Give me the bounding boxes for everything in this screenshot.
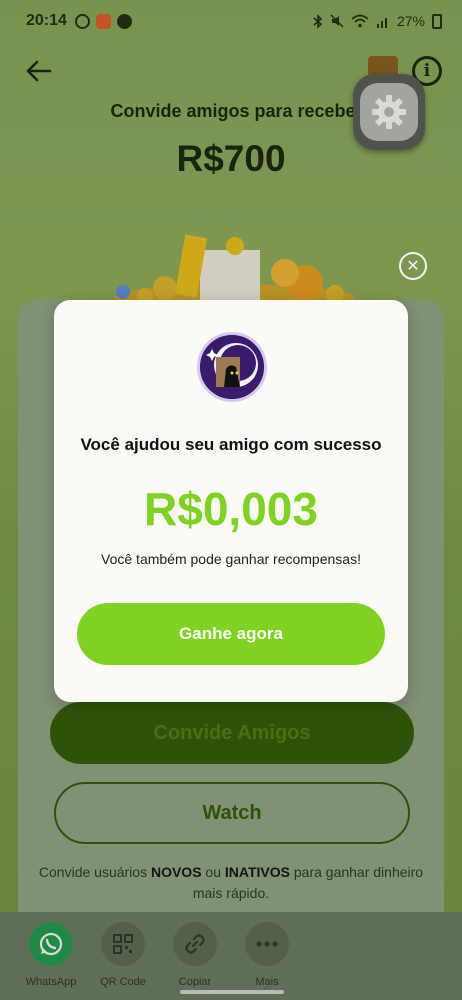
reward-value: R$0,003 — [144, 483, 318, 535]
close-icon[interactable]: ✕ — [399, 252, 427, 280]
success-dialog: Você ajudou seu amigo com sucesso R$0,00… — [54, 300, 408, 702]
dialog-subtitle: Você também pode ganhar recompensas! — [101, 551, 361, 567]
dialog-title: Você ajudou seu amigo com sucesso — [80, 435, 382, 454]
avatar — [197, 332, 267, 402]
earn-now-button[interactable]: Ganhe agora — [77, 603, 385, 665]
